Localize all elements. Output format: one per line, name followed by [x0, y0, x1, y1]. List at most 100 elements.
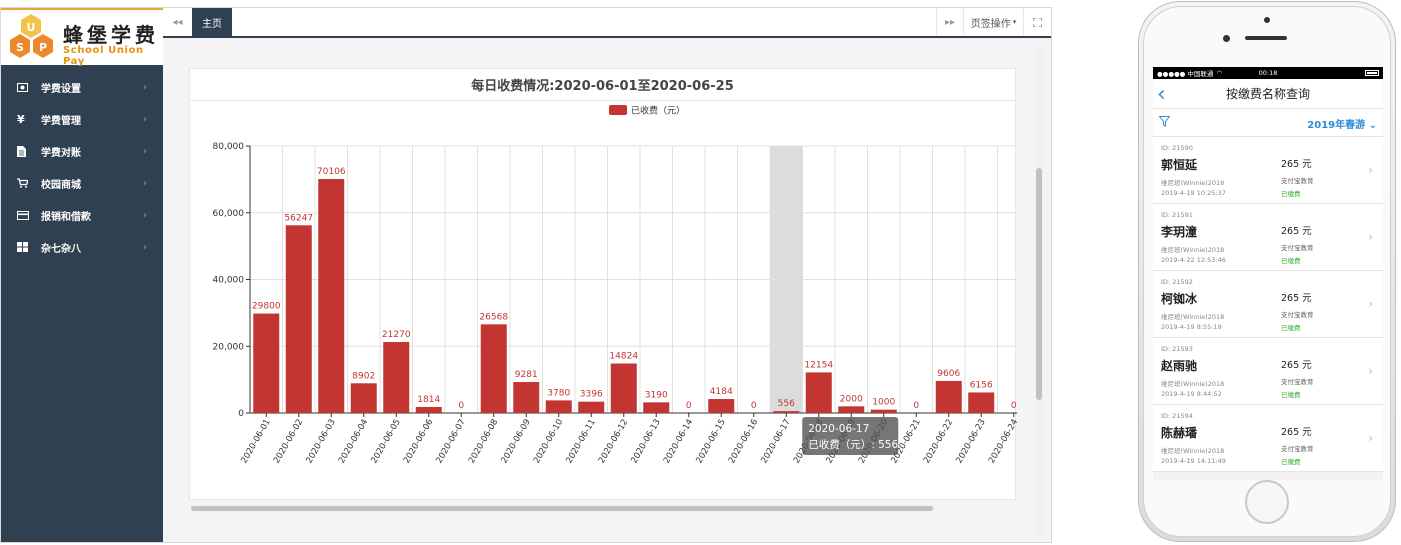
- data-label: 70106: [317, 167, 346, 177]
- chevron-right-icon: ›: [142, 145, 147, 157]
- data-label: 0: [458, 401, 464, 411]
- data-label: 3396: [580, 390, 603, 400]
- sidebar-item-label: 杂七杂八: [41, 243, 81, 255]
- filter-icon[interactable]: [1159, 116, 1170, 127]
- payment-list: ID: 21590 郭恒延 维尼班(Winnie)2018 2019-4-19 …: [1153, 137, 1383, 472]
- battery-icon: [1365, 70, 1379, 76]
- data-label: 4184: [710, 387, 733, 397]
- amount: 265 元: [1281, 159, 1312, 170]
- data-label: 29800: [252, 302, 281, 312]
- x-tick-label: 2020-06-07: [434, 418, 467, 466]
- horizontal-scrollbar[interactable]: [191, 506, 1019, 511]
- data-label: 0: [751, 401, 757, 411]
- data-label: 3190: [645, 390, 668, 400]
- sidebar-item-reconciliation[interactable]: 学费对账 ›: [1, 135, 163, 167]
- sidebar-item-label: 学费设置: [41, 83, 81, 95]
- status-badge: 已缴费: [1281, 190, 1301, 198]
- payment-time: 2019-4-19 8:44:52: [1161, 390, 1222, 398]
- data-label: 1814: [417, 395, 440, 405]
- vertical-scrollbar[interactable]: [1035, 50, 1043, 538]
- payment-method: 支付宝教育: [1281, 445, 1314, 453]
- student-name: 郭恒延: [1161, 158, 1198, 172]
- status-bar: ●●●●● 中国联通 ◠ 00:18: [1153, 67, 1383, 79]
- payment-time: 2019-4-19 8:55:19: [1161, 323, 1222, 331]
- bar: [838, 406, 865, 413]
- status-badge: 已缴费: [1281, 257, 1301, 265]
- record-id: ID: 21591: [1161, 211, 1193, 219]
- nav-title: 按缴费名称查询: [1225, 87, 1310, 101]
- x-tick-label: 2020-06-16: [727, 418, 760, 466]
- tooltip-value: 已收费（元）: 556: [808, 438, 898, 451]
- amount: 265 元: [1281, 427, 1312, 438]
- sidebar-item-tuition-settings[interactable]: 学费设置 ›: [1, 71, 163, 103]
- page-ops-dropdown[interactable]: 页签操作 ▾: [963, 8, 1023, 36]
- bar: [643, 402, 670, 413]
- bar: [318, 179, 345, 413]
- bar: [610, 363, 637, 413]
- legend-label: 已收费（元）: [631, 105, 685, 117]
- sidebar-item-reimbursement[interactable]: 报销和借款 ›: [1, 199, 163, 231]
- sidebar-item-tuition-management[interactable]: ¥ 学费管理 ›: [1, 103, 163, 135]
- grid-icon: [17, 242, 41, 252]
- data-label: 6156: [970, 380, 993, 390]
- chevron-down-icon: ⌄: [1368, 120, 1377, 131]
- chart-panel: 每日收费情况:2020-06-01至2020-06-25 已收费（元） 0 20,0…: [189, 68, 1017, 501]
- logo-title: 蜂堡学费: [63, 23, 159, 47]
- amount: 265 元: [1281, 360, 1312, 371]
- list-item[interactable]: ID: 21593 赵雨驰 维尼班(Winnie)2018 2019-4-19 …: [1153, 338, 1383, 405]
- payment-method: 支付宝教育: [1281, 311, 1314, 319]
- back-chevron-icon[interactable]: ‹: [1157, 82, 1166, 107]
- chevron-right-icon: ›: [1368, 364, 1373, 378]
- tab-scroll-right-button[interactable]: ▸▸: [936, 8, 963, 36]
- x-tick-label: 2020-06-11: [564, 418, 597, 466]
- phone-screen: ●●●●● 中国联通 ◠ 00:18 ‹ 按缴费名称查询 2019年春游 ⌄ I…: [1153, 67, 1383, 480]
- data-label: 9281: [515, 370, 538, 380]
- sidebar-item-miscellaneous[interactable]: 杂七杂八 ›: [1, 231, 163, 263]
- x-tick-label: 2020-06-23: [954, 418, 987, 466]
- bar: [805, 372, 832, 413]
- status-badge: 已缴费: [1281, 391, 1301, 399]
- bar: [545, 400, 572, 413]
- x-tick-label: 2020-06-05: [369, 418, 402, 466]
- list-item[interactable]: ID: 21594 陈赫璠 维尼班(Winnie)2018 2019-4-19 …: [1153, 405, 1383, 472]
- tab-home[interactable]: 主页: [192, 8, 232, 36]
- status-badge: 已缴费: [1281, 324, 1301, 332]
- tab-bar: ◂◂ 主页 ▸▸ 页签操作 ▾: [163, 8, 1051, 38]
- y-tick-label: 20,000: [213, 342, 245, 352]
- bar: [870, 409, 897, 413]
- home-button[interactable]: [1245, 480, 1289, 524]
- document-icon: [17, 145, 41, 157]
- card-icon: [17, 210, 41, 220]
- chevron-right-icon: ›: [142, 209, 147, 221]
- fullscreen-button[interactable]: [1023, 8, 1051, 36]
- camera-icon: [1264, 17, 1270, 23]
- chevron-right-icon: ›: [142, 177, 147, 189]
- scrollbar-thumb[interactable]: [1036, 168, 1042, 400]
- class-name: 维尼班(Winnie)2018: [1161, 380, 1225, 388]
- class-name: 维尼班(Winnie)2018: [1161, 179, 1225, 187]
- bar-chart[interactable]: 已收费（元） 0 20,000 40,000 60,000 80,000 29800 2020…: [190, 101, 1017, 501]
- student-name: 陈赫璠: [1161, 426, 1198, 440]
- data-label: 21270: [382, 330, 411, 340]
- x-tick-label: 2020-06-17: [759, 418, 792, 466]
- list-item[interactable]: ID: 21590 郭恒延 维尼班(Winnie)2018 2019-4-19 …: [1153, 137, 1383, 204]
- x-tick-label: 2020-06-14: [662, 418, 695, 466]
- list-item[interactable]: ID: 21591 李玥潼 维尼班(Winnie)2018 2019-4-22 …: [1153, 204, 1383, 271]
- tooltip-date: 2020-06-17: [808, 423, 869, 435]
- bar: [415, 406, 442, 413]
- list-item[interactable]: ID: 21592 柯铷冰 维尼班(Winnie)2018 2019-4-19 …: [1153, 271, 1383, 338]
- sidebar-item-campus-mall[interactable]: 校园商城 ›: [1, 167, 163, 199]
- clock: 00:18: [1258, 69, 1278, 77]
- bar: [253, 313, 280, 413]
- data-label: 1000: [872, 398, 895, 408]
- scrollbar-thumb[interactable]: [191, 506, 933, 511]
- season-dropdown[interactable]: 2019年春游 ⌄: [1307, 116, 1377, 131]
- status-badge: 已缴费: [1281, 458, 1301, 466]
- page-ops-label: 页签操作: [970, 18, 1011, 30]
- bar: [935, 380, 962, 413]
- tab-scroll-left-button[interactable]: ◂◂: [163, 8, 192, 36]
- class-name: 维尼班(Winnie)2018: [1161, 246, 1225, 254]
- season-label: 2019年春游: [1307, 120, 1366, 131]
- chevron-right-icon: ›: [142, 113, 147, 125]
- payment-method: 支付宝教育: [1281, 244, 1314, 252]
